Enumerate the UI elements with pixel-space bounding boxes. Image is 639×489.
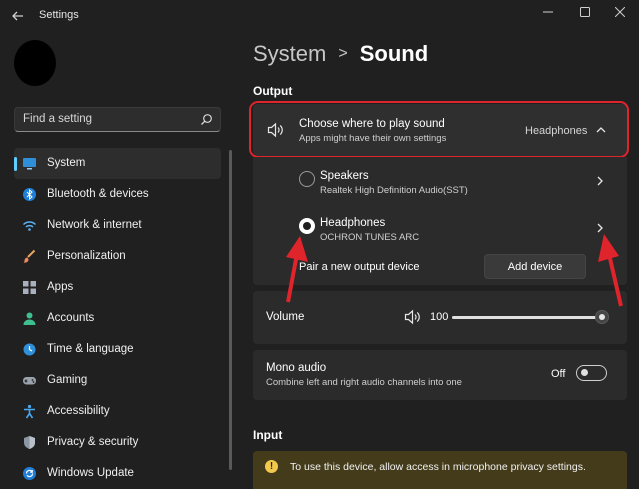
active-indicator <box>14 157 17 171</box>
sidebar-item-label: Privacy & security <box>47 436 139 448</box>
chevron-right-icon[interactable] <box>596 175 604 187</box>
app-title: Settings <box>39 9 79 21</box>
sidebar-item-label: Windows Update <box>47 467 134 479</box>
sidebar-item-accounts[interactable]: Accounts <box>14 303 221 334</box>
sidebar-item-accessibility[interactable]: Accessibility <box>14 396 221 427</box>
bluetooth-icon <box>22 187 37 202</box>
sidebar-item-label: Bluetooth & devices <box>47 188 149 200</box>
sidebar-item-network[interactable]: Network & internet <box>14 210 221 241</box>
notice-text[interactable]: To use this device, allow access in micr… <box>290 461 586 473</box>
sidebar-item-windows-update[interactable]: Windows Update <box>14 458 221 489</box>
search-icon[interactable] <box>200 113 213 126</box>
volume-slider-fill <box>452 316 602 319</box>
brush-icon <box>22 249 37 264</box>
sidebar-item-gaming[interactable]: Gaming <box>14 365 221 396</box>
breadcrumb-parent[interactable]: System <box>253 41 326 66</box>
device-description: OCHRON TUNES ARC <box>320 232 420 243</box>
speaker-icon[interactable] <box>404 309 422 325</box>
sidebar-item-label: Gaming <box>47 374 88 386</box>
add-device-button[interactable]: Add device <box>484 254 586 279</box>
headphones-radio[interactable] <box>299 218 315 234</box>
output-section-label: Output <box>253 84 293 98</box>
device-name: Speakers <box>320 170 369 182</box>
volume-value: 100 <box>430 311 449 323</box>
sidebar-item-label: Accessibility <box>47 405 110 417</box>
back-arrow-icon[interactable] <box>10 8 26 24</box>
mono-audio-card: Mono audio Combine left and right audio … <box>253 350 627 400</box>
apps-grid-icon <box>22 280 37 295</box>
sidebar-item-time-language[interactable]: Time & language <box>14 334 221 365</box>
volume-label: Volume <box>266 311 305 323</box>
volume-slider-thumb[interactable] <box>595 310 609 324</box>
avatar[interactable] <box>14 40 56 86</box>
wifi-icon <box>22 218 37 233</box>
volume-slider[interactable] <box>452 310 609 324</box>
volume-card: Volume 100 <box>253 291 627 344</box>
sidebar-item-label: Network & internet <box>47 219 142 231</box>
page-title: Sound <box>359 41 429 66</box>
chevron-right-icon[interactable] <box>596 222 604 234</box>
device-row-speakers[interactable]: Speakers Realtek High Definition Audio(S… <box>253 161 627 207</box>
globe-clock-icon <box>22 342 37 357</box>
output-devices-list: Speakers Realtek High Definition Audio(S… <box>253 157 627 285</box>
device-name: Headphones <box>320 217 386 229</box>
title-bar: Settings <box>0 0 639 32</box>
update-icon <box>22 466 37 481</box>
mono-audio-toggle[interactable] <box>576 365 607 381</box>
person-icon <box>22 311 37 326</box>
mono-audio-subtitle: Combine left and right audio channels in… <box>266 377 462 388</box>
pair-device-label: Pair a new output device <box>299 261 420 273</box>
microphone-privacy-notice: ! To use this device, allow access in mi… <box>253 451 627 489</box>
search-input[interactable]: Find a setting <box>14 107 221 132</box>
mono-audio-title: Mono audio <box>266 362 327 374</box>
input-section-label: Input <box>253 428 283 442</box>
sidebar-scrollbar[interactable] <box>229 150 232 470</box>
sidebar-nav: System Bluetooth & devices Network & int… <box>14 148 221 489</box>
speakers-radio[interactable] <box>299 171 315 187</box>
accessibility-icon <box>22 404 37 419</box>
sidebar-item-bluetooth[interactable]: Bluetooth & devices <box>14 179 221 210</box>
device-row-headphones[interactable]: Headphones OCHRON TUNES ARC <box>253 208 627 254</box>
maximize-icon[interactable] <box>565 0 605 24</box>
mono-audio-state: Off <box>551 368 566 380</box>
sidebar-item-label: Time & language <box>47 343 134 355</box>
breadcrumb: System > Sound <box>253 41 428 67</box>
breadcrumb-separator: > <box>338 45 348 62</box>
warning-icon: ! <box>265 460 278 473</box>
annotation-highlight-box <box>249 101 629 158</box>
sidebar-item-apps[interactable]: Apps <box>14 272 221 303</box>
sidebar-item-label: Apps <box>47 281 74 293</box>
sidebar-item-personalization[interactable]: Personalization <box>14 241 221 272</box>
sidebar-item-system[interactable]: System <box>14 148 221 179</box>
sidebar-item-label: Personalization <box>47 250 126 262</box>
search-placeholder: Find a setting <box>23 113 93 125</box>
sidebar-item-privacy-security[interactable]: Privacy & security <box>14 427 221 458</box>
sidebar-item-label: Accounts <box>47 312 95 324</box>
close-icon[interactable] <box>600 0 639 24</box>
shield-icon <box>22 435 37 450</box>
device-description: Realtek High Definition Audio(SST) <box>320 185 468 196</box>
monitor-icon <box>22 156 37 171</box>
gamepad-icon <box>22 373 37 388</box>
minimize-icon[interactable] <box>528 0 568 24</box>
sidebar-item-label: System <box>47 157 86 169</box>
